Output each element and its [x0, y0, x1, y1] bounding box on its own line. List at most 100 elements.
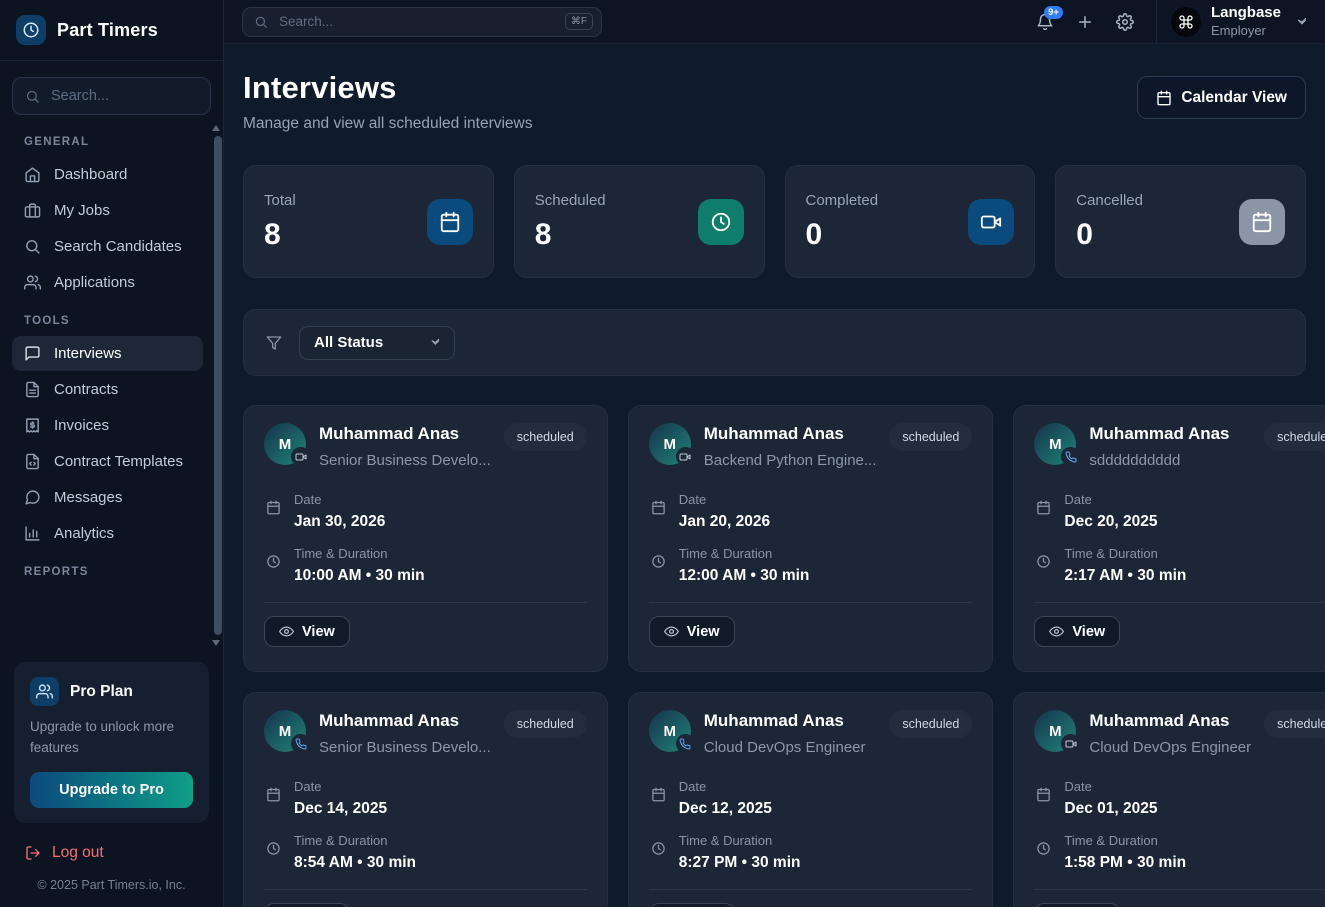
- clock-icon: [651, 554, 666, 569]
- topbar-search-input[interactable]: [277, 13, 556, 30]
- sidebar-search-input[interactable]: [49, 87, 198, 105]
- candidate-role: Cloud DevOps Engineer: [1089, 739, 1251, 756]
- time-value: 12:00 AM • 30 min: [679, 567, 810, 585]
- sidebar-item-dashboard[interactable]: Dashboard: [12, 157, 203, 192]
- add-button[interactable]: [1076, 13, 1094, 31]
- sidebar-item-contracts[interactable]: Contracts: [12, 372, 203, 407]
- candidate-name: Muhammad Anas: [704, 424, 877, 444]
- interview-card: M Muhammad Anas Senior Business Develo..…: [243, 692, 608, 907]
- card-divider: [649, 602, 973, 603]
- view-button[interactable]: View: [1034, 903, 1120, 907]
- clock-icon: [651, 841, 666, 856]
- notification-count-badge: 9+: [1044, 6, 1063, 20]
- card-divider: [1034, 889, 1325, 890]
- sidebar-section: REPORTS: [12, 566, 203, 578]
- sidebar-item-label: Applications: [54, 274, 135, 291]
- calendar-view-button[interactable]: Calendar View: [1137, 76, 1306, 119]
- candidate-name: Muhammad Anas: [1089, 424, 1251, 444]
- topbar-search[interactable]: ⌘F: [242, 7, 602, 37]
- stat-label: Scheduled: [535, 192, 606, 209]
- sidebar-scrollbar[interactable]: [214, 136, 222, 635]
- view-button[interactable]: View: [264, 616, 350, 647]
- calendar-icon: [1156, 90, 1172, 106]
- clock-icon: [266, 554, 281, 569]
- card-divider: [264, 889, 587, 890]
- sidebar-item-label: Messages: [54, 489, 122, 506]
- topbar: ⌘F 9+ Langbase Employer: [224, 0, 1325, 44]
- brand-name: Part Timers: [57, 20, 158, 41]
- view-button[interactable]: View: [649, 616, 735, 647]
- stat-value: 8: [264, 218, 296, 252]
- stat-card: Total 8: [243, 165, 494, 278]
- logout-icon: [25, 845, 41, 861]
- sidebar-item-interviews[interactable]: Interviews: [12, 336, 203, 371]
- interview-card: M Muhammad Anas Senior Business Develo..…: [243, 405, 608, 672]
- sidebar-item-label: My Jobs: [54, 202, 110, 219]
- profile-menu[interactable]: Langbase Employer: [1157, 4, 1325, 39]
- search-icon: [24, 238, 41, 255]
- scrollbar-up-arrow-icon[interactable]: [212, 125, 220, 131]
- video-icon: [295, 451, 307, 463]
- search-icon: [25, 89, 40, 104]
- time-label: Time & Duration: [679, 546, 810, 561]
- sidebar-item-search-candidates[interactable]: Search Candidates: [12, 229, 203, 264]
- sidebar-item-contract-templates[interactable]: Contract Templates: [12, 444, 203, 479]
- video-icon: [679, 451, 691, 463]
- sidebar-nav: GENERAL Dashboard My Jobs Search Candida…: [0, 119, 223, 652]
- clock-icon: [1036, 841, 1051, 856]
- scrollbar-down-arrow-icon[interactable]: [212, 640, 220, 646]
- view-button[interactable]: View: [649, 903, 735, 907]
- sidebar-item-applications[interactable]: Applications: [12, 265, 203, 300]
- status-badge: scheduled: [1264, 423, 1325, 451]
- upgrade-button[interactable]: Upgrade to Pro: [30, 772, 193, 808]
- stats-row: Total 8 Scheduled 8 Completed 0 Cancelle…: [243, 165, 1306, 278]
- notifications-button[interactable]: 9+: [1036, 13, 1054, 31]
- sidebar-item-my-jobs[interactable]: My Jobs: [12, 193, 203, 228]
- view-button[interactable]: View: [1034, 616, 1120, 647]
- time-label: Time & Duration: [294, 833, 416, 848]
- calendar-icon: [1036, 500, 1051, 515]
- status-filter-select[interactable]: All Status: [299, 326, 455, 360]
- sidebar-search[interactable]: [12, 77, 211, 115]
- calendar-icon: [1239, 199, 1285, 245]
- candidate-name: Muhammad Anas: [319, 711, 491, 731]
- users-icon: [30, 677, 59, 706]
- stat-card: Completed 0: [785, 165, 1036, 278]
- settings-button[interactable]: [1116, 13, 1134, 31]
- search-shortcut-badge: ⌘F: [565, 13, 593, 30]
- clock-icon: [266, 841, 281, 856]
- status-badge: scheduled: [504, 423, 587, 451]
- phone-icon: [679, 738, 691, 750]
- sidebar-section: GENERAL Dashboard My Jobs Search Candida…: [12, 136, 203, 300]
- sidebar-item-label: Dashboard: [54, 166, 127, 183]
- stat-value: 0: [806, 218, 879, 252]
- sidebar-item-invoices[interactable]: Invoices: [12, 408, 203, 443]
- time-label: Time & Duration: [679, 833, 801, 848]
- candidate-role: Senior Business Develo...: [319, 452, 491, 469]
- candidate-avatar: M: [264, 710, 306, 752]
- date-label: Date: [679, 779, 772, 794]
- sidebar-item-analytics[interactable]: Analytics: [12, 516, 203, 551]
- eye-icon: [279, 624, 294, 639]
- date-value: Dec 01, 2025: [1064, 800, 1157, 818]
- phone-type-badge: [291, 734, 310, 753]
- sidebar-item-label: Contracts: [54, 381, 118, 398]
- clock-icon: [698, 199, 744, 245]
- status-badge: scheduled: [889, 423, 972, 451]
- sidebar-item-messages[interactable]: Messages: [12, 480, 203, 515]
- video-type-badge: [1061, 734, 1080, 753]
- sidebar-item-label: Interviews: [54, 345, 122, 362]
- time-label: Time & Duration: [1064, 546, 1186, 561]
- logout-button[interactable]: Log out: [0, 829, 223, 866]
- eye-icon: [664, 624, 679, 639]
- stat-label: Cancelled: [1076, 192, 1143, 209]
- calendar-icon: [651, 787, 666, 802]
- sidebar: Part Timers GENERAL Dashboard My Jobs Se…: [0, 0, 224, 907]
- view-button[interactable]: View: [264, 903, 350, 907]
- briefcase-icon: [24, 202, 41, 219]
- date-value: Dec 20, 2025: [1064, 513, 1157, 531]
- candidate-name: Muhammad Anas: [1089, 711, 1251, 731]
- date-label: Date: [294, 779, 387, 794]
- stat-label: Total: [264, 192, 296, 209]
- file-code-icon: [24, 453, 41, 470]
